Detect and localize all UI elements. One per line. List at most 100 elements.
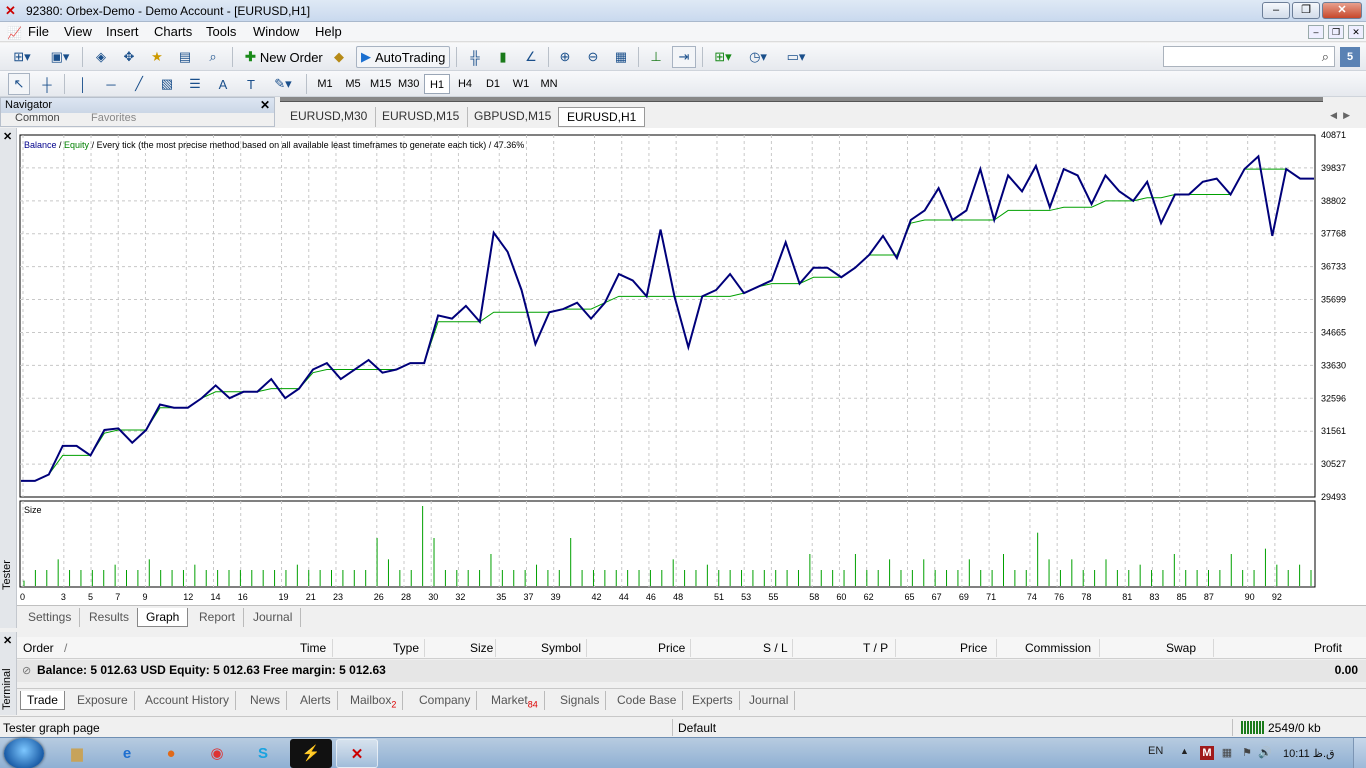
trading-app-taskbar-icon[interactable]: ⚡: [290, 739, 332, 768]
terminal-tab-journal[interactable]: Journal: [743, 691, 796, 710]
col-tp[interactable]: T / P: [863, 641, 888, 655]
strategy-tester-icon[interactable]: ⌕: [202, 46, 224, 68]
menu-help[interactable]: Help: [315, 24, 342, 39]
skype-taskbar-icon[interactable]: S: [242, 739, 284, 768]
col-size[interactable]: Size: [470, 641, 493, 655]
timeframe-h1[interactable]: H1: [424, 74, 450, 94]
navigator-tab-common[interactable]: Common: [15, 112, 60, 124]
ie-taskbar-icon[interactable]: e: [106, 739, 148, 768]
new-chart-icon[interactable]: ⊞▾: [6, 46, 38, 68]
new-order-button[interactable]: ✚ New Order: [240, 46, 328, 68]
search-input[interactable]: ⌕: [1163, 46, 1335, 67]
candlestick-icon[interactable]: ▮: [492, 46, 514, 68]
cursor-icon[interactable]: ↖: [8, 73, 30, 95]
col-swap[interactable]: Swap: [1166, 641, 1196, 655]
antivirus-tray-icon[interactable]: M: [1200, 746, 1214, 760]
menu-tools[interactable]: Tools: [206, 24, 236, 39]
tab-scroll-arrows-icon[interactable]: ◀▶: [1330, 110, 1356, 121]
col-symbol[interactable]: Symbol: [541, 641, 581, 655]
chart-shift-icon[interactable]: ⊥: [645, 46, 667, 68]
timeframe-mn[interactable]: MN: [536, 74, 562, 94]
text-label-icon[interactable]: T: [240, 73, 262, 95]
col-order[interactable]: Order: [23, 641, 54, 655]
terminal-icon[interactable]: ▤: [174, 46, 196, 68]
periods-icon[interactable]: ◷▾: [742, 46, 774, 68]
chrome-taskbar-icon[interactable]: ◉: [196, 739, 238, 768]
tester-tab-graph[interactable]: Graph: [137, 608, 189, 627]
terminal-tab-experts[interactable]: Experts: [686, 691, 740, 710]
chart-tab-eurusd-m15[interactable]: EURUSD,M15: [374, 107, 469, 127]
menu-insert[interactable]: Insert: [106, 24, 139, 39]
minimize-button[interactable]: –: [1262, 2, 1290, 19]
tester-tab-settings[interactable]: Settings: [20, 608, 81, 627]
autotrading-button[interactable]: ▶ AutoTrading: [356, 46, 451, 68]
menu-view[interactable]: View: [64, 24, 92, 39]
trendline-icon[interactable]: ╱: [128, 73, 150, 95]
line-chart-icon[interactable]: ∠: [520, 46, 542, 68]
autoscroll-icon[interactable]: ⇥: [672, 46, 696, 68]
metatrader-taskbar-icon[interactable]: ✕: [336, 739, 378, 768]
indicators-icon[interactable]: ⊞▾: [708, 46, 738, 68]
menu-file[interactable]: File: [28, 24, 49, 39]
menu-window[interactable]: Window: [253, 24, 299, 39]
navigator-tab-favorites[interactable]: Favorites: [91, 112, 136, 124]
timeframe-m15[interactable]: M15: [366, 74, 395, 94]
tester-tab-journal[interactable]: Journal: [245, 608, 302, 627]
col-price[interactable]: Price: [658, 641, 685, 655]
network-tray-icon[interactable]: ▦: [1220, 746, 1234, 760]
chart-tab-eurusd-m30[interactable]: EURUSD,M30: [282, 107, 377, 127]
explorer-taskbar-icon[interactable]: ▆: [56, 739, 98, 768]
volume-tray-icon[interactable]: 🔊: [1258, 746, 1272, 760]
mdi-minimize-button[interactable]: –: [1308, 25, 1324, 39]
terminal-tab-company[interactable]: Company: [413, 691, 478, 710]
horizontal-line-icon[interactable]: ─: [100, 73, 122, 95]
terminal-tab-mailbox[interactable]: Mailbox2: [344, 691, 404, 710]
start-button[interactable]: [4, 738, 44, 768]
shapes-icon[interactable]: ✎▾: [268, 73, 298, 95]
terminal-tab-exposure[interactable]: Exposure: [71, 691, 135, 710]
terminal-tab-market[interactable]: Market84: [485, 691, 545, 710]
mdi-restore-button[interactable]: ❐: [1328, 25, 1344, 39]
equidistant-channel-icon[interactable]: ▧: [156, 73, 178, 95]
terminal-tab-signals[interactable]: Signals: [554, 691, 607, 710]
navigator-icon[interactable]: ★: [146, 46, 168, 68]
terminal-tab-code-base[interactable]: Code Base: [611, 691, 684, 710]
timeframe-d1[interactable]: D1: [480, 74, 506, 94]
col-time[interactable]: Time: [300, 641, 326, 655]
chart-tab-eurusd-h1[interactable]: EURUSD,H1: [558, 107, 646, 127]
col-profit[interactable]: Profit: [1314, 641, 1342, 655]
col-close-price[interactable]: Price: [960, 641, 987, 655]
text-icon[interactable]: A: [212, 73, 234, 95]
tester-tab-report[interactable]: Report: [191, 608, 245, 627]
zoom-out-icon[interactable]: ⊖: [582, 46, 604, 68]
terminal-tab-alerts[interactable]: Alerts: [294, 691, 338, 710]
col-commission[interactable]: Commission: [1025, 641, 1091, 655]
balance-row[interactable]: ⊘ Balance: 5 012.63 USD Equity: 5 012.63…: [17, 660, 1366, 682]
crosshair-icon[interactable]: ┼: [36, 73, 58, 95]
vertical-line-icon[interactable]: │: [72, 73, 94, 95]
notifications-badge[interactable]: 5: [1340, 47, 1360, 67]
fibonacci-icon[interactable]: ☰: [184, 73, 206, 95]
market-watch-icon[interactable]: ◈: [90, 46, 112, 68]
tray-expand-icon[interactable]: ▲: [1180, 746, 1189, 756]
timeframe-w1[interactable]: W1: [508, 74, 534, 94]
tester-close-icon[interactable]: ✕: [3, 130, 12, 143]
show-desktop-button[interactable]: [1353, 738, 1366, 768]
bar-chart-icon[interactable]: ╬: [464, 46, 486, 68]
terminal-close-icon[interactable]: ✕: [3, 634, 12, 647]
flag-tray-icon[interactable]: ⚑: [1240, 746, 1254, 760]
chart-tab-gbpusd-m15[interactable]: GBPUSD,M15: [466, 107, 561, 127]
terminal-tab-news[interactable]: News: [244, 691, 288, 710]
close-button[interactable]: ✕: [1322, 2, 1362, 19]
templates-icon[interactable]: ▭▾: [780, 46, 812, 68]
zoom-in-icon[interactable]: ⊕: [554, 46, 576, 68]
timeframe-m1[interactable]: M1: [312, 74, 338, 94]
menu-charts[interactable]: Charts: [154, 24, 192, 39]
data-window-icon[interactable]: ✥: [118, 46, 140, 68]
col-type[interactable]: Type: [393, 641, 419, 655]
language-indicator[interactable]: EN: [1148, 745, 1163, 757]
terminal-tab-account-history[interactable]: Account History: [139, 691, 237, 710]
navigator-close-icon[interactable]: ✕: [260, 98, 270, 113]
profiles-icon[interactable]: ▣▾: [44, 46, 76, 68]
terminal-tab-trade[interactable]: Trade: [20, 691, 65, 710]
